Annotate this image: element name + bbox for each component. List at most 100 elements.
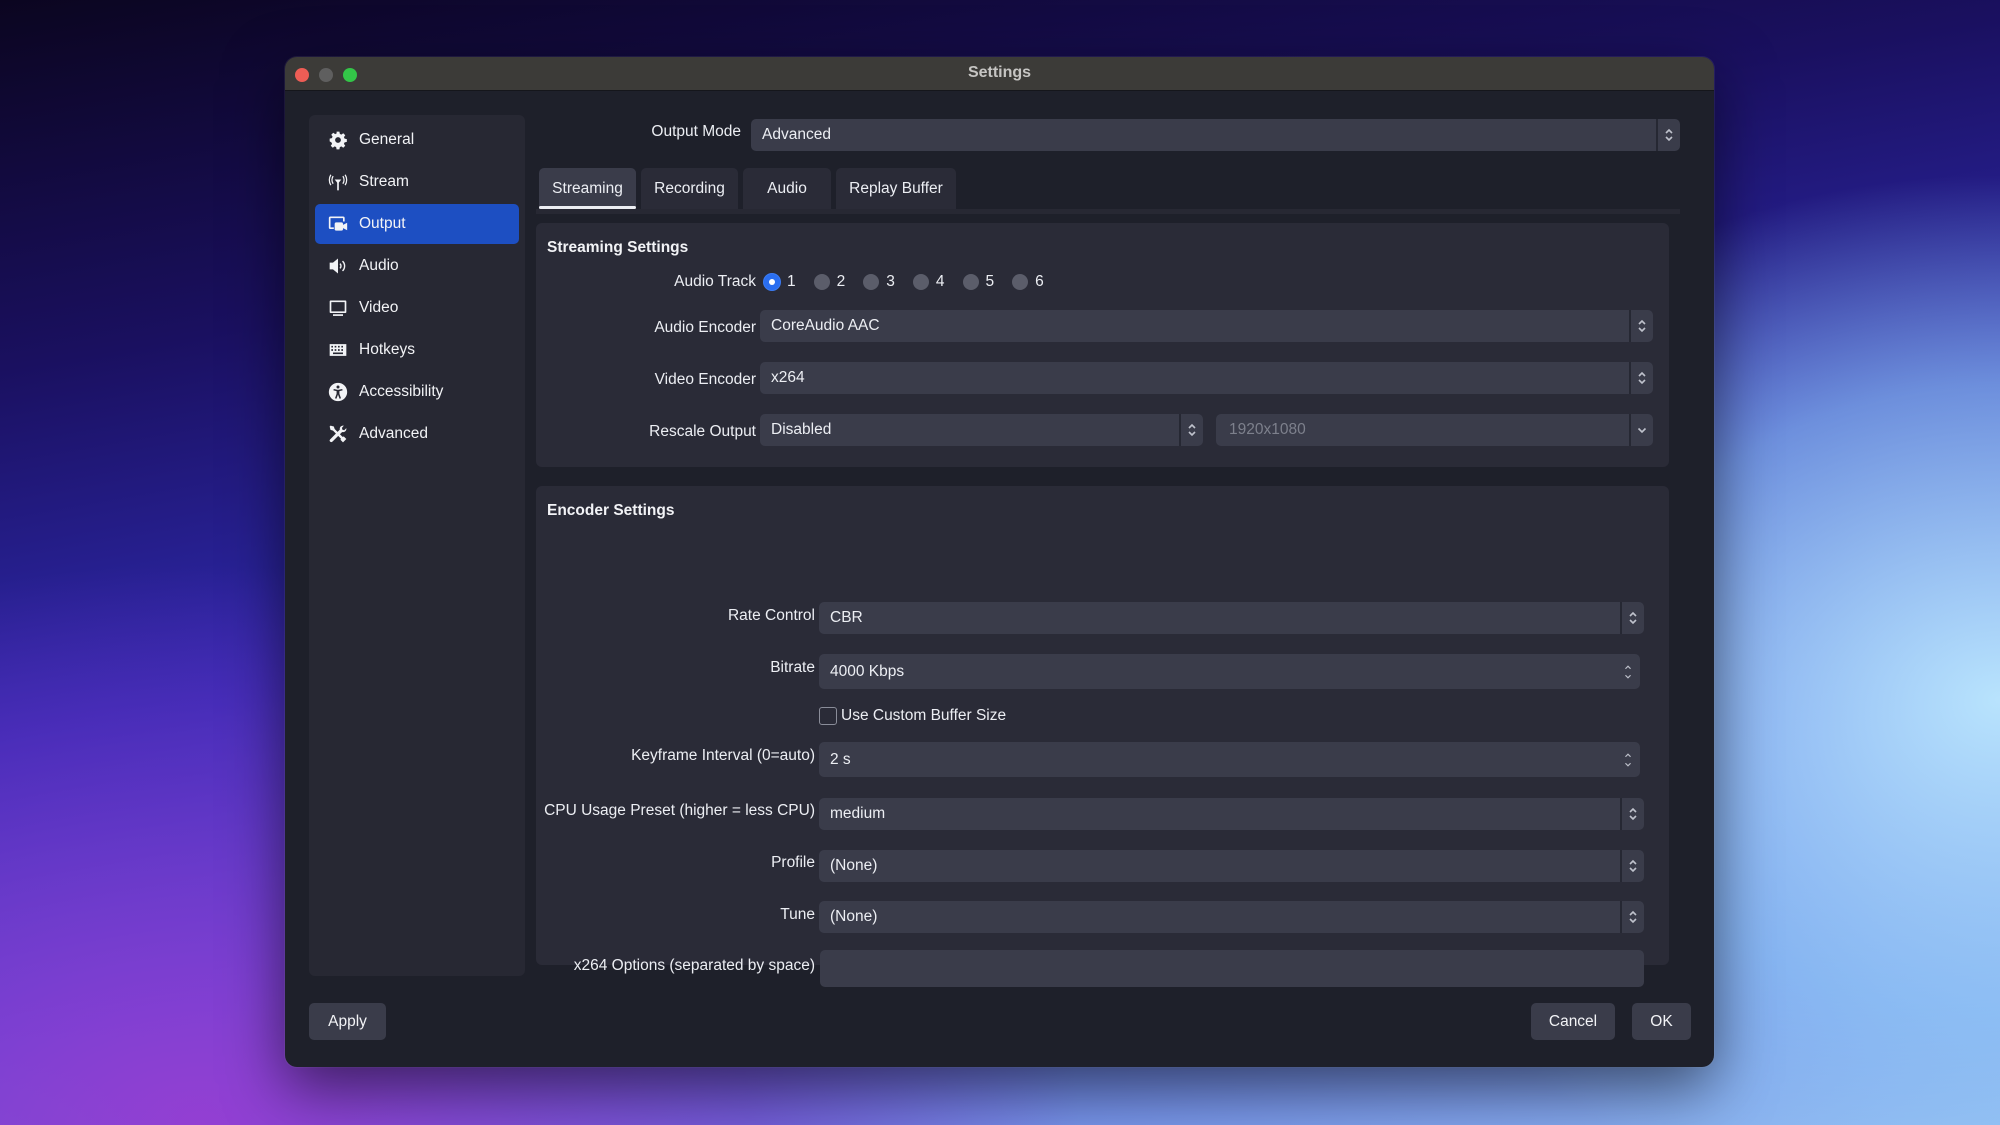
keyframe-interval-value: 2 s xyxy=(830,750,851,768)
video-encoder-select[interactable]: x264 xyxy=(760,362,1653,394)
sidebar-item-audio[interactable]: Audio xyxy=(315,246,519,286)
profile-select[interactable]: (None) xyxy=(819,850,1644,882)
sidebar-item-video[interactable]: Video xyxy=(315,288,519,328)
x264-options-label: x264 Options (separated by space) xyxy=(573,957,815,974)
tab-recording[interactable]: Recording xyxy=(641,168,738,209)
updown-chevron-icon[interactable] xyxy=(1620,850,1644,882)
accessibility-icon xyxy=(327,381,349,403)
audio-track-radio-group: 1 2 3 4 5 6 xyxy=(764,273,1062,291)
cpu-preset-label: CPU Usage Preset (higher = less CPU) xyxy=(544,802,815,819)
bitrate-label: Bitrate xyxy=(770,659,815,676)
stepper-arrows-icon[interactable] xyxy=(1616,654,1640,689)
custom-buffer-checkbox-row[interactable]: Use Custom Buffer Size xyxy=(819,707,1006,725)
audio-track-radio-1[interactable]: 1 xyxy=(764,273,796,291)
audio-encoder-select[interactable]: CoreAudio AAC xyxy=(760,310,1653,342)
output-mode-select[interactable]: Advanced xyxy=(751,119,1680,151)
sidebar-item-label: Advanced xyxy=(359,425,428,442)
sidebar-item-advanced[interactable]: Advanced xyxy=(315,414,519,454)
sidebar-item-output[interactable]: Output xyxy=(315,204,519,244)
keyframe-interval-label: Keyframe Interval (0=auto) xyxy=(631,747,815,764)
tab-streaming[interactable]: Streaming xyxy=(539,168,636,209)
sidebar: General Stream Output Audio Video Hotkey… xyxy=(309,115,525,976)
audio-track-radio-2[interactable]: 2 xyxy=(813,273,845,291)
tab-label: Replay Buffer xyxy=(849,179,943,197)
sidebar-item-hotkeys[interactable]: Hotkeys xyxy=(315,330,519,370)
updown-chevron-icon[interactable] xyxy=(1620,602,1644,634)
radio-unchecked[interactable] xyxy=(912,274,929,290)
output-mode-label: Output Mode xyxy=(651,123,741,140)
rescale-resolution-value: 1920x1080 xyxy=(1229,421,1306,438)
updown-chevron-icon[interactable] xyxy=(1629,362,1653,394)
sidebar-item-label: Output xyxy=(359,215,406,232)
radio-unchecked[interactable] xyxy=(863,274,880,290)
tune-value: (None) xyxy=(830,908,878,925)
audio-track-radio-6[interactable]: 6 xyxy=(1012,273,1044,291)
stepper-arrows-icon[interactable] xyxy=(1616,742,1640,777)
tab-label: Audio xyxy=(767,179,807,197)
radio-label: 5 xyxy=(985,273,995,290)
sidebar-item-label: Accessibility xyxy=(359,383,444,400)
tab-divider xyxy=(536,209,1680,214)
radio-unchecked[interactable] xyxy=(962,274,979,290)
rescale-resolution-combobox[interactable]: 1920x1080 xyxy=(1216,414,1653,446)
tune-label: Tune xyxy=(780,906,815,923)
radio-unchecked[interactable] xyxy=(813,274,830,290)
radio-unchecked[interactable] xyxy=(1012,274,1029,290)
sidebar-item-label: General xyxy=(359,131,415,148)
sidebar-item-label: Stream xyxy=(359,173,409,190)
tune-select[interactable]: (None) xyxy=(819,901,1644,933)
updown-chevron-icon[interactable] xyxy=(1620,798,1644,830)
sidebar-item-accessibility[interactable]: Accessibility xyxy=(315,372,519,412)
encoder-settings-title: Encoder Settings xyxy=(547,502,675,519)
title-bar[interactable]: Settings xyxy=(285,57,1714,91)
gear-icon xyxy=(327,129,349,151)
keyframe-interval-spinbox[interactable]: 2 s xyxy=(819,742,1640,777)
output-tabs: Streaming Recording Audio Replay Buffer xyxy=(539,168,956,209)
rate-control-select[interactable]: CBR xyxy=(819,602,1644,634)
updown-chevron-icon[interactable] xyxy=(1179,414,1203,446)
cpu-preset-select[interactable]: medium xyxy=(819,798,1644,830)
rescale-output-select[interactable]: Disabled xyxy=(760,414,1203,446)
speaker-icon xyxy=(327,255,349,277)
window-title: Settings xyxy=(967,64,1032,81)
rescale-output-value: Disabled xyxy=(771,421,832,438)
cancel-button[interactable]: Cancel xyxy=(1531,1003,1615,1040)
updown-chevron-icon[interactable] xyxy=(1656,119,1680,151)
profile-value: (None) xyxy=(830,857,878,874)
rate-control-label: Rate Control xyxy=(727,607,815,624)
encoder-settings-group: Encoder Settings Rate Control CBR Bitrat… xyxy=(536,486,1669,987)
monitor-icon xyxy=(327,297,349,319)
apply-button[interactable]: Apply xyxy=(309,1003,386,1040)
radio-label: 4 xyxy=(935,273,945,290)
video-encoder-value: x264 xyxy=(771,369,805,386)
custom-buffer-checkbox[interactable] xyxy=(819,707,837,725)
updown-chevron-icon[interactable] xyxy=(1629,310,1653,342)
radio-checked[interactable] xyxy=(764,274,780,290)
settings-window: Settings General Stream Output Audio Vid… xyxy=(285,57,1714,1067)
rescale-output-label: Rescale Output xyxy=(649,423,756,440)
bitrate-spinbox[interactable]: 4000 Kbps xyxy=(819,654,1640,689)
sidebar-item-stream[interactable]: Stream xyxy=(315,162,519,202)
audio-track-radio-3[interactable]: 3 xyxy=(863,273,895,291)
sidebar-item-label: Audio xyxy=(359,257,399,274)
antenna-icon xyxy=(327,171,349,193)
output-mode-value: Advanced xyxy=(762,126,831,143)
video-encoder-label: Video Encoder xyxy=(654,371,756,388)
tab-replay-buffer[interactable]: Replay Buffer xyxy=(836,168,956,209)
cpu-preset-value: medium xyxy=(830,805,886,822)
streaming-settings-title: Streaming Settings xyxy=(547,239,689,256)
x264-options-input[interactable] xyxy=(820,950,1644,987)
audio-encoder-label: Audio Encoder xyxy=(654,319,756,336)
radio-label: 1 xyxy=(787,273,796,290)
sidebar-item-general[interactable]: General xyxy=(315,120,519,160)
custom-buffer-label: Use Custom Buffer Size xyxy=(841,707,1007,724)
audio-track-radio-5[interactable]: 5 xyxy=(962,273,995,291)
chevron-down-icon[interactable] xyxy=(1629,414,1653,446)
tools-icon xyxy=(327,423,349,445)
ok-button[interactable]: OK xyxy=(1632,1003,1691,1040)
streaming-settings-group: Streaming Settings Audio Track 1 2 3 4 5… xyxy=(536,223,1669,467)
updown-chevron-icon[interactable] xyxy=(1620,901,1644,933)
profile-label: Profile xyxy=(771,854,815,871)
audio-track-radio-4[interactable]: 4 xyxy=(912,273,945,291)
tab-audio[interactable]: Audio xyxy=(743,168,831,209)
